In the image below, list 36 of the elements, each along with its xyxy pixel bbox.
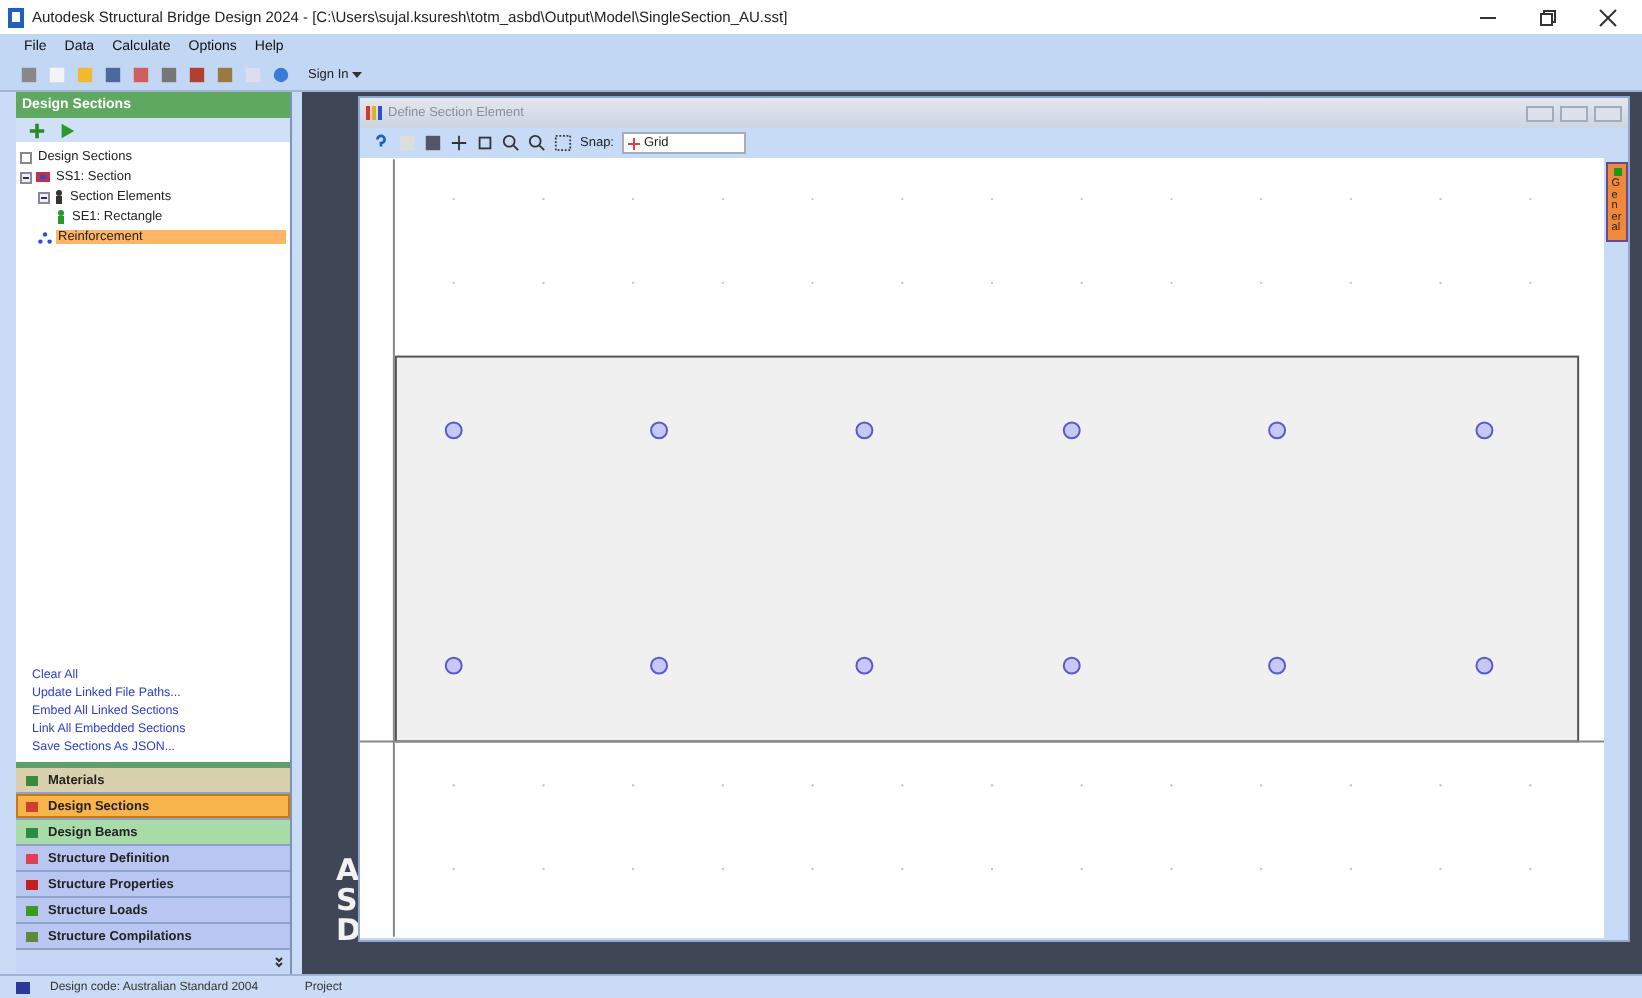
rebar-point[interactable] (650, 656, 669, 675)
rebar-point[interactable] (444, 656, 463, 675)
flag-icon (16, 981, 30, 993)
square-icon (1613, 168, 1622, 176)
close-icon[interactable] (1598, 7, 1618, 27)
rebar-point[interactable] (444, 421, 463, 440)
rebar-point[interactable] (1062, 656, 1081, 675)
rebar-point[interactable] (855, 656, 874, 675)
plus-icon[interactable] (28, 121, 46, 139)
globe-icon[interactable] (272, 66, 290, 84)
square-icon[interactable] (476, 134, 494, 152)
rebar-point[interactable] (1268, 421, 1287, 440)
zoom-out-icon[interactable] (528, 134, 546, 152)
rebar-point[interactable] (1475, 656, 1494, 675)
rebar-point[interactable] (855, 421, 874, 440)
background-text: A (336, 856, 361, 886)
background-text: D (336, 916, 361, 946)
caret-icon (352, 72, 363, 78)
rebar-point[interactable] (650, 421, 669, 440)
help-icon[interactable] (372, 134, 390, 152)
crosshair-icon[interactable] (450, 134, 468, 152)
collapse-icon[interactable] (38, 191, 50, 203)
person-icon (56, 210, 66, 224)
rebar-point[interactable] (1062, 421, 1081, 440)
zoom-in-icon[interactable] (502, 134, 520, 152)
dots-icon (38, 231, 52, 243)
rebar-point[interactable] (1268, 656, 1287, 675)
collapse-icon[interactable] (20, 171, 32, 183)
restore-icon[interactable] (1538, 7, 1558, 27)
zoom-extents-icon[interactable] (554, 134, 572, 152)
person-icon (54, 190, 64, 204)
app-icon (8, 7, 24, 27)
chevron-icon[interactable] (274, 956, 284, 968)
bars-icon (366, 106, 382, 120)
background-text: S (336, 886, 360, 916)
rebar-point[interactable] (1475, 421, 1494, 440)
